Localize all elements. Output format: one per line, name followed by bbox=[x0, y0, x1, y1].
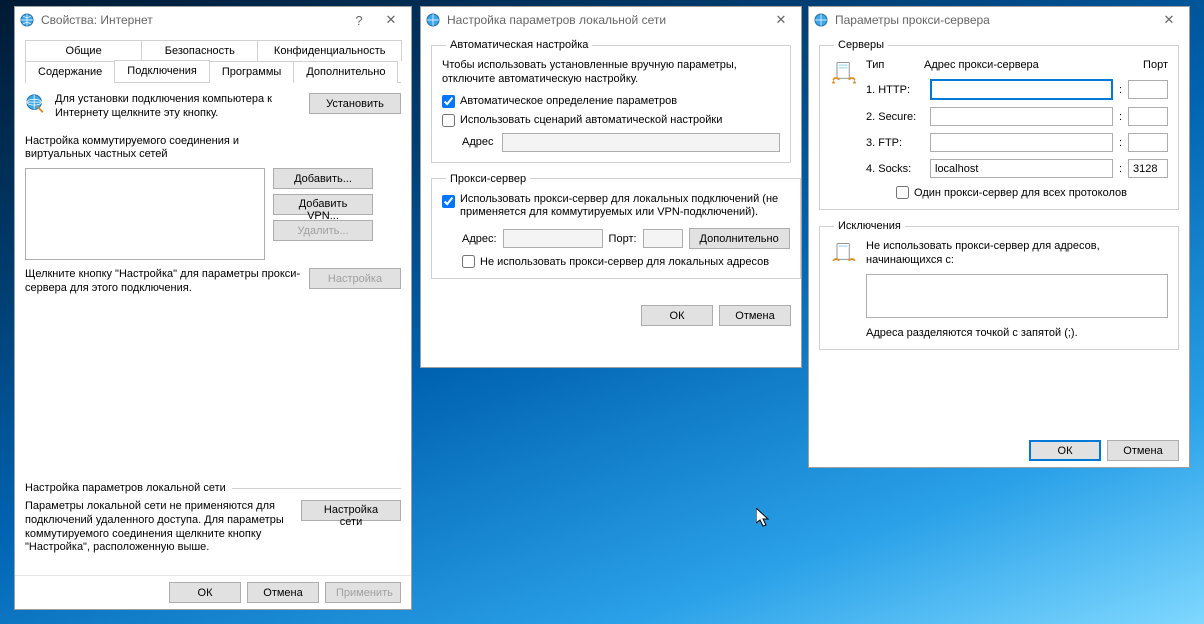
server-type-label: 4. Socks: bbox=[866, 163, 924, 175]
server-row: 4. Socks:: bbox=[866, 159, 1168, 178]
use-proxy-checkbox[interactable] bbox=[442, 195, 455, 208]
help-button[interactable]: ? bbox=[343, 10, 375, 30]
connections-listbox[interactable] bbox=[25, 168, 265, 260]
tab-privacy[interactable]: Конфиденциальность bbox=[257, 40, 402, 61]
same-proxy-checkbox[interactable] bbox=[896, 186, 909, 199]
mouse-cursor-icon bbox=[756, 508, 772, 530]
window-title: Параметры прокси-сервера bbox=[835, 13, 990, 27]
proxy-legend: Прокси-сервер bbox=[446, 173, 530, 185]
add-button[interactable]: Добавить... bbox=[273, 168, 373, 189]
server-port-input[interactable] bbox=[1128, 159, 1168, 178]
ok-button[interactable]: ОК bbox=[169, 582, 241, 603]
internet-properties-window: Свойства: Интернет ? ✕ Общие Безопасност… bbox=[14, 6, 412, 610]
tab-programs[interactable]: Программы bbox=[209, 61, 294, 83]
exceptions-hint: Не использовать прокси-сервер для адресо… bbox=[866, 240, 1168, 268]
auto-detect-checkbox[interactable] bbox=[442, 95, 455, 108]
cancel-button[interactable]: Отмена bbox=[719, 305, 791, 326]
type-header: Тип bbox=[866, 59, 924, 71]
auto-script-checkbox[interactable] bbox=[442, 114, 455, 127]
internet-options-icon bbox=[425, 12, 441, 28]
colon-separator: : bbox=[1119, 137, 1122, 149]
lan-hint: Параметры локальной сети не применяются … bbox=[25, 500, 293, 555]
server-address-input[interactable] bbox=[930, 159, 1113, 178]
settings-button[interactable]: Настройка bbox=[309, 268, 401, 289]
auto-config-group: Автоматическая настройка Чтобы использов… bbox=[431, 39, 791, 163]
add-vpn-button[interactable]: Добавить VPN... bbox=[273, 194, 373, 215]
auto-detect-checkbox-row[interactable]: Автоматическое определение параметров bbox=[442, 95, 780, 108]
exceptions-legend: Исключения bbox=[834, 220, 905, 232]
setup-button[interactable]: Установить bbox=[309, 93, 401, 114]
auto-script-checkbox-row[interactable]: Использовать сценарий автоматической нас… bbox=[442, 114, 780, 127]
internet-options-icon bbox=[813, 12, 829, 28]
addr-header: Адрес прокси-сервера bbox=[924, 59, 1118, 71]
server-type-label: 1. HTTP: bbox=[866, 84, 924, 96]
tab-connections[interactable]: Подключения bbox=[114, 60, 210, 82]
cancel-button[interactable]: Отмена bbox=[1107, 440, 1179, 461]
lan-settings-button[interactable]: Настройка сети bbox=[301, 500, 401, 521]
ok-button[interactable]: ОК bbox=[1029, 440, 1101, 461]
window-title: Свойства: Интернет bbox=[41, 13, 153, 27]
server-type-label: 2. Secure: bbox=[866, 111, 924, 123]
tab-general[interactable]: Общие bbox=[25, 40, 142, 61]
lan-group-label: Настройка параметров локальной сети bbox=[25, 482, 401, 494]
auto-config-hint: Чтобы использовать установленные вручную… bbox=[442, 59, 780, 87]
script-address-label: Адрес bbox=[462, 136, 494, 148]
advanced-button[interactable]: Дополнительно bbox=[689, 228, 790, 249]
proxy-group: Прокси-сервер Использовать прокси-сервер… bbox=[431, 173, 801, 280]
dialup-hint: Щелкните кнопку "Настройка" для параметр… bbox=[25, 268, 301, 296]
exceptions-textarea[interactable] bbox=[866, 274, 1168, 318]
tab-advanced[interactable]: Дополнительно bbox=[293, 61, 398, 83]
internet-options-icon bbox=[19, 12, 35, 28]
close-button[interactable]: ✕ bbox=[765, 10, 797, 30]
server-address-input[interactable] bbox=[930, 133, 1113, 152]
window-title: Настройка параметров локальной сети bbox=[447, 13, 666, 27]
bypass-local-checkbox-row[interactable]: Не использовать прокси-сервер для локаль… bbox=[442, 255, 790, 268]
dialup-label: Настройка коммутируемого соединения и ви… bbox=[25, 135, 285, 163]
server-port-input[interactable] bbox=[1128, 133, 1168, 152]
titlebar: Настройка параметров локальной сети ✕ bbox=[421, 7, 801, 33]
close-button[interactable]: ✕ bbox=[375, 10, 407, 30]
colon-separator: : bbox=[1119, 111, 1122, 123]
tab-content[interactable]: Содержание bbox=[25, 61, 115, 83]
proxy-port-label: Порт: bbox=[609, 233, 637, 245]
script-address-input[interactable] bbox=[502, 133, 781, 152]
server-port-input[interactable] bbox=[1128, 107, 1168, 126]
server-type-label: 3. FTP: bbox=[866, 137, 924, 149]
tab-security[interactable]: Безопасность bbox=[141, 40, 258, 61]
remove-button[interactable]: Удалить... bbox=[273, 220, 373, 241]
proxy-settings-window: Параметры прокси-сервера ✕ Серверы Тип А… bbox=[808, 6, 1190, 468]
servers-legend: Серверы bbox=[834, 39, 888, 51]
server-row: 3. FTP:: bbox=[866, 133, 1168, 152]
server-address-input[interactable] bbox=[930, 107, 1113, 126]
use-proxy-checkbox-row[interactable]: Использовать прокси-сервер для локальных… bbox=[442, 193, 790, 221]
tabs: Общие Безопасность Конфиденциальность Со… bbox=[25, 39, 401, 83]
close-button[interactable]: ✕ bbox=[1153, 10, 1185, 30]
globe-wand-icon bbox=[25, 93, 47, 118]
apply-button[interactable]: Применить bbox=[325, 582, 401, 603]
lan-settings-window: Настройка параметров локальной сети ✕ Ав… bbox=[420, 6, 802, 368]
ok-button[interactable]: ОК bbox=[641, 305, 713, 326]
setup-text: Для установки подключения компьютера к И… bbox=[55, 93, 301, 121]
server-address-input[interactable] bbox=[930, 79, 1113, 100]
proxy-address-label: Адрес: bbox=[462, 233, 497, 245]
same-proxy-checkbox-row[interactable]: Один прокси-сервер для всех протоколов bbox=[896, 186, 1168, 199]
servers-group: Серверы Тип Адрес прокси-сервера Порт 1.… bbox=[819, 39, 1179, 210]
proxy-port-input[interactable] bbox=[643, 229, 683, 248]
server-row: 2. Secure:: bbox=[866, 107, 1168, 126]
server-port-input[interactable] bbox=[1128, 80, 1168, 99]
cancel-button[interactable]: Отмена bbox=[247, 582, 319, 603]
colon-separator: : bbox=[1119, 84, 1122, 96]
exceptions-icon bbox=[830, 240, 858, 271]
auto-config-legend: Автоматическая настройка bbox=[446, 39, 592, 51]
server-row: 1. HTTP:: bbox=[866, 79, 1168, 100]
exceptions-group: Исключения Не использовать прокси-сервер… bbox=[819, 220, 1179, 350]
proxy-address-input[interactable] bbox=[503, 229, 603, 248]
servers-icon bbox=[830, 59, 858, 90]
port-header: Порт bbox=[1118, 59, 1168, 71]
exceptions-note: Адреса разделяются точкой с запятой (;). bbox=[866, 327, 1168, 339]
titlebar: Свойства: Интернет ? ✕ bbox=[15, 7, 411, 33]
titlebar: Параметры прокси-сервера ✕ bbox=[809, 7, 1189, 33]
colon-separator: : bbox=[1119, 163, 1122, 175]
bypass-local-checkbox[interactable] bbox=[462, 255, 475, 268]
